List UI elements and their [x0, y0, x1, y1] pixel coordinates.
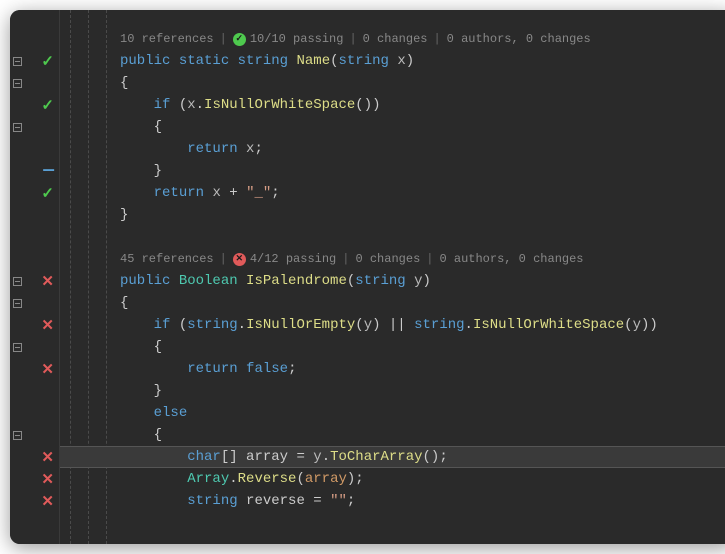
gutter-pass-icon: ✓: [10, 94, 60, 116]
code-lines: 10 references | ✓ 10/10 passing | 0 chan…: [60, 10, 725, 512]
gutter-fail-icon: ✕: [10, 490, 60, 512]
code-line[interactable]: {: [60, 336, 725, 358]
codelens-sep: |: [426, 248, 433, 270]
code-line[interactable]: }: [60, 160, 725, 182]
codelens-refs[interactable]: 10 references: [120, 28, 214, 50]
code-line[interactable]: {: [60, 72, 725, 94]
code-line[interactable]: public Boolean IsPalendrome(string y): [60, 270, 725, 292]
code-line[interactable]: {: [60, 116, 725, 138]
gutter-fail-icon: ✕: [10, 270, 60, 292]
code-line[interactable]: return false;: [60, 358, 725, 380]
code-area[interactable]: 10 references | ✓ 10/10 passing | 0 chan…: [60, 10, 725, 544]
fold-toggle[interactable]: [10, 292, 24, 314]
codelens-sep: |: [220, 28, 227, 50]
fold-toggle[interactable]: [10, 116, 24, 138]
codelens-sep: |: [433, 28, 440, 50]
code-line[interactable]: }: [60, 380, 725, 402]
gutter-fail-icon: ✕: [10, 358, 60, 380]
codelens-sep: |: [349, 28, 356, 50]
gutter-fail-icon: ✕: [10, 446, 60, 468]
test-pass-icon: ✓: [233, 33, 246, 46]
fold-toggle[interactable]: [10, 72, 24, 94]
codelens-sep: |: [220, 248, 227, 270]
codelens-tests[interactable]: 4/12 passing: [250, 248, 336, 270]
code-line[interactable]: [60, 226, 725, 248]
codelens-row[interactable]: 45 references | ✕ 4/12 passing | 0 chang…: [60, 248, 725, 270]
codelens-tests[interactable]: 10/10 passing: [250, 28, 344, 50]
code-line-active[interactable]: char[] array = y.ToCharArray();: [60, 446, 725, 468]
codelens-refs[interactable]: 45 references: [120, 248, 214, 270]
code-line[interactable]: {: [60, 292, 725, 314]
fold-toggle[interactable]: [10, 424, 24, 446]
code-line[interactable]: return x;: [60, 138, 725, 160]
codelens-changes[interactable]: 0 changes: [363, 28, 428, 50]
gutter: ✓ ✓ — ✓ ✕ ✕ ✕ ✕ ✕ ✕: [10, 10, 60, 544]
code-line[interactable]: Array.Reverse(array);: [60, 468, 725, 490]
gutter-pass-icon: ✓: [10, 50, 60, 72]
codelens-changes[interactable]: 0 changes: [355, 248, 420, 270]
code-line[interactable]: return x + "_";: [60, 182, 725, 204]
code-line[interactable]: {: [60, 424, 725, 446]
code-line[interactable]: if (x.IsNullOrWhiteSpace()): [60, 94, 725, 116]
code-line[interactable]: public static string Name(string x): [60, 50, 725, 72]
codelens-authors[interactable]: 0 authors, 0 changes: [447, 28, 591, 50]
codelens-row[interactable]: 10 references | ✓ 10/10 passing | 0 chan…: [60, 28, 725, 50]
test-fail-icon: ✕: [233, 253, 246, 266]
code-line[interactable]: }: [60, 204, 725, 226]
code-editor: ✓ ✓ — ✓ ✕ ✕ ✕ ✕ ✕ ✕ 10 references | ✓ 10…: [10, 10, 725, 544]
code-line[interactable]: string reverse = "";: [60, 490, 725, 512]
fold-toggle[interactable]: [10, 336, 24, 358]
code-line[interactable]: if (string.IsNullOrEmpty(y) || string.Is…: [60, 314, 725, 336]
code-line[interactable]: else: [60, 402, 725, 424]
gutter-fail-icon: ✕: [10, 314, 60, 336]
gutter-fail-icon: ✕: [10, 468, 60, 490]
codelens-sep: |: [342, 248, 349, 270]
gutter-change-icon: —: [10, 160, 60, 182]
gutter-pass-icon: ✓: [10, 182, 60, 204]
codelens-authors[interactable]: 0 authors, 0 changes: [439, 248, 583, 270]
